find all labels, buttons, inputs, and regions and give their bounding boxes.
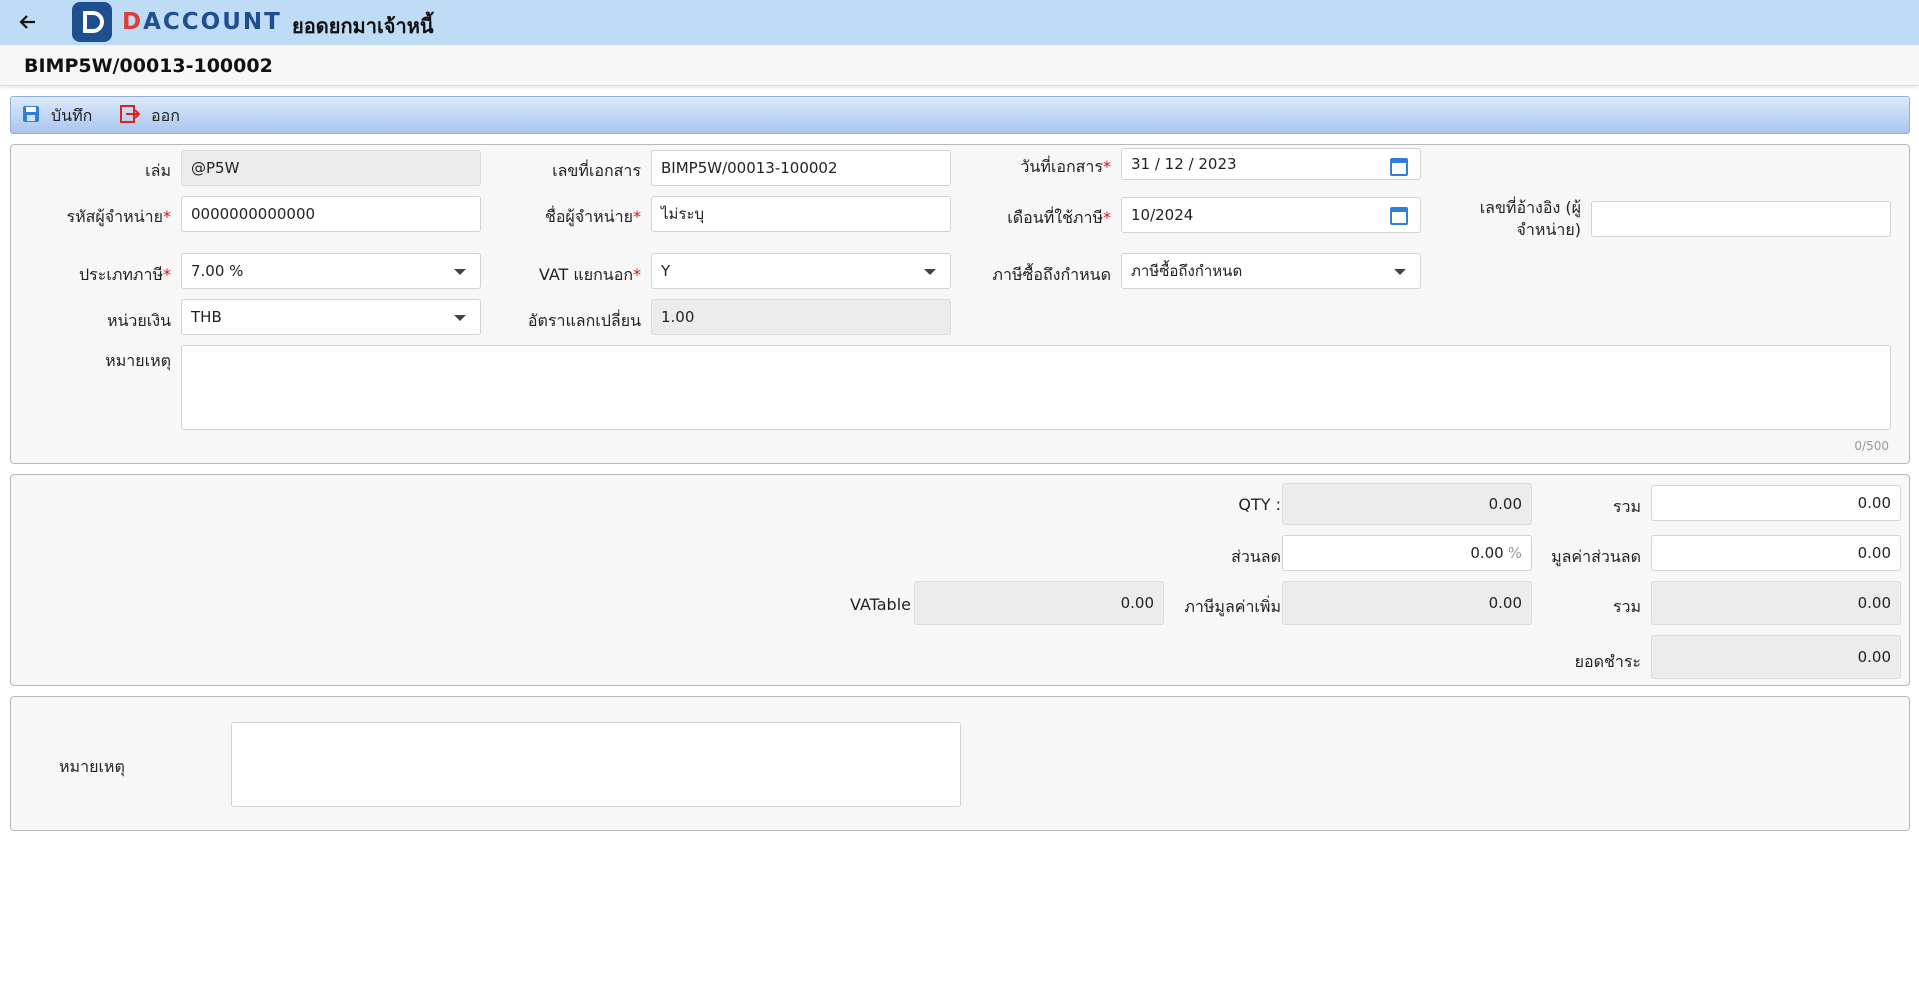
doc-number-label: เลขที่เอกสาร [552,161,641,180]
vat-separate-label: VAT แยกนอก* [538,265,641,284]
book-label: เล่ม [145,161,171,180]
calendar-icon[interactable] [1390,158,1408,176]
chevron-down-icon [924,269,936,275]
footer-remark-label: หมายเหตุ [59,757,125,776]
vendor-code-field[interactable]: 0000000000000 [181,196,481,232]
chevron-down-icon [454,315,466,321]
app-logo-text: DACCOUNT [122,9,282,35]
vendor-name-field[interactable]: ไม่ระบุ [651,196,951,232]
currency-label: หน่วยเงิน [106,311,171,330]
exchange-rate-label: อัตราแลกเปลี่ยน [527,311,641,330]
exit-label: ออก [151,105,180,125]
discount-amount-label: มูลค่าส่วนลด [1551,547,1641,566]
vat-separate-select[interactable]: Y [651,253,951,289]
tax-month-label: เดือนที่ใช้ภาษี* [1007,208,1111,227]
purchase-tax-select[interactable]: ภาษีซื้อถึงกำหนด [1121,253,1421,289]
exit-button[interactable]: ออก [119,104,180,128]
remark-char-counter: 0/500 [1854,439,1889,453]
vatable-field: 0.00 [914,581,1164,625]
discount-label: ส่วนลด [1231,547,1281,566]
document-number: BIMP5W/00013-100002 [24,55,273,77]
remark-label: หมายเหตุ [105,351,171,370]
footer-remark-panel: หมายเหตุ [10,696,1910,831]
exchange-rate-field: 1.00 [651,299,951,335]
exit-icon [119,104,141,128]
chevron-down-icon [454,269,466,275]
page-title: ยอดยกมาเจ้าหนี้ [292,14,434,38]
vatable-label: VATable [850,595,911,614]
doc-date-label: วันที่เอกสาร* [1020,157,1111,176]
back-arrow-icon[interactable] [16,10,40,34]
doc-number-field[interactable]: BIMP5W/00013-100002 [651,150,951,186]
ref-number-field[interactable] [1591,201,1891,237]
tax-type-label: ประเภทภาษี* [79,265,171,284]
book-field: @P5W [181,150,481,186]
vat-label: ภาษีมูลค่าเพิ่ม [1184,597,1281,616]
save-button[interactable]: บันทึก [21,104,92,128]
doc-date-field[interactable]: 31 / 12 / 2023 [1121,148,1421,180]
qty-field: 0.00 [1282,483,1532,525]
total-label: รวม [1612,597,1641,616]
app-logo-icon [72,2,112,42]
totals-panel: QTY : 0.00 รวม 0.00 ส่วนลด 0.00% มูลค่าส… [10,474,1910,686]
qty-label: QTY : [1238,495,1281,514]
document-bar: BIMP5W/00013-100002 [0,45,1919,86]
calendar-icon[interactable] [1390,207,1408,225]
action-toolbar: บันทึก ออก [10,96,1910,134]
payment-field: 0.00 [1651,635,1901,679]
vendor-code-label: รหัสผู้จำหน่าย* [66,207,171,226]
discount-field[interactable]: 0.00% [1282,535,1532,571]
tax-type-select[interactable]: 7.00 % [181,253,481,289]
footer-remark-textarea[interactable] [231,722,961,807]
vat-field: 0.00 [1282,581,1532,625]
sum-field[interactable]: 0.00 [1651,485,1901,521]
chevron-down-icon [1394,269,1406,275]
sum-label: รวม [1612,497,1641,516]
remark-textarea[interactable] [181,345,1891,430]
payment-label: ยอดชำระ [1574,652,1641,671]
total-field: 0.00 [1651,581,1901,625]
save-icon [21,104,41,128]
vendor-name-label: ชื่อผู้จำหน่าย* [544,207,641,226]
save-label: บันทึก [51,105,93,125]
discount-amount-field[interactable]: 0.00 [1651,535,1901,571]
ref-number-label: เลขที่อ้างอิง (ผู้ จำหน่าย) [1479,198,1581,239]
purchase-tax-label: ภาษีซื้อถึงกำหนด [992,265,1111,284]
header-form-panel: เล่ม @P5W เลขที่เอกสาร BIMP5W/00013-1000… [10,144,1910,464]
app-header: DACCOUNT ยอดยกมาเจ้าหนี้ [0,0,1919,45]
currency-select[interactable]: THB [181,299,481,335]
tax-month-field[interactable]: 10/2024 [1121,197,1421,233]
